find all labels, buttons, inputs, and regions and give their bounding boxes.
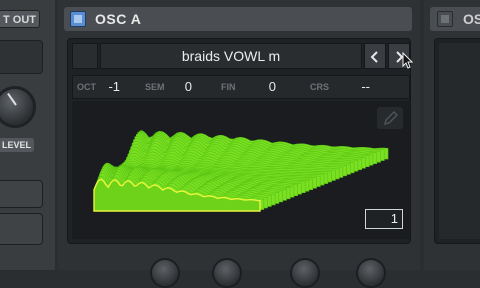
wavetable-frame-position[interactable]: 1 <box>365 209 403 229</box>
pencil-icon <box>383 110 399 126</box>
wavetable-display[interactable] <box>72 101 410 239</box>
fine-value[interactable]: 0 <box>256 77 276 97</box>
unison-knob[interactable] <box>150 258 180 288</box>
toggle-indicator <box>441 15 449 23</box>
mouse-cursor-icon <box>402 52 414 69</box>
toggle-indicator <box>74 15 82 23</box>
level-label: LEVEL <box>0 138 34 152</box>
knob-indicator <box>7 92 17 106</box>
pan-knob[interactable] <box>290 258 320 288</box>
level-knob-a[interactable] <box>356 258 386 288</box>
output-button[interactable]: T OUT <box>0 10 40 28</box>
osc-b-display <box>439 43 480 239</box>
osc-b-power-toggle[interactable] <box>437 11 453 27</box>
wavetable-3d-view <box>93 129 389 212</box>
octave-label: OCT <box>77 82 96 92</box>
left-slot-2 <box>0 180 43 208</box>
octave-value[interactable]: -1 <box>100 77 120 97</box>
wavetable-prev-button[interactable] <box>364 43 386 69</box>
coarse-label: CRS <box>310 82 330 92</box>
wavetable-name[interactable]: braids VOWL m <box>100 43 362 69</box>
semitone-value[interactable]: 0 <box>172 77 192 97</box>
wt-pos-knob[interactable] <box>212 258 242 288</box>
left-slot <box>0 40 43 74</box>
fine-label: FIN <box>221 82 236 92</box>
left-slot-3 <box>0 213 43 245</box>
chevron-left-icon <box>370 51 378 63</box>
osc-a-power-toggle[interactable] <box>70 11 86 27</box>
osc-a-title: OSC A <box>95 11 142 27</box>
wavetable-menu-slot[interactable] <box>72 43 98 69</box>
coarse-value[interactable]: -- <box>348 77 370 97</box>
osc-b-title: OSC <box>463 11 480 27</box>
edit-wavetable-button[interactable] <box>377 107 403 129</box>
semitone-label: SEM <box>145 82 165 92</box>
